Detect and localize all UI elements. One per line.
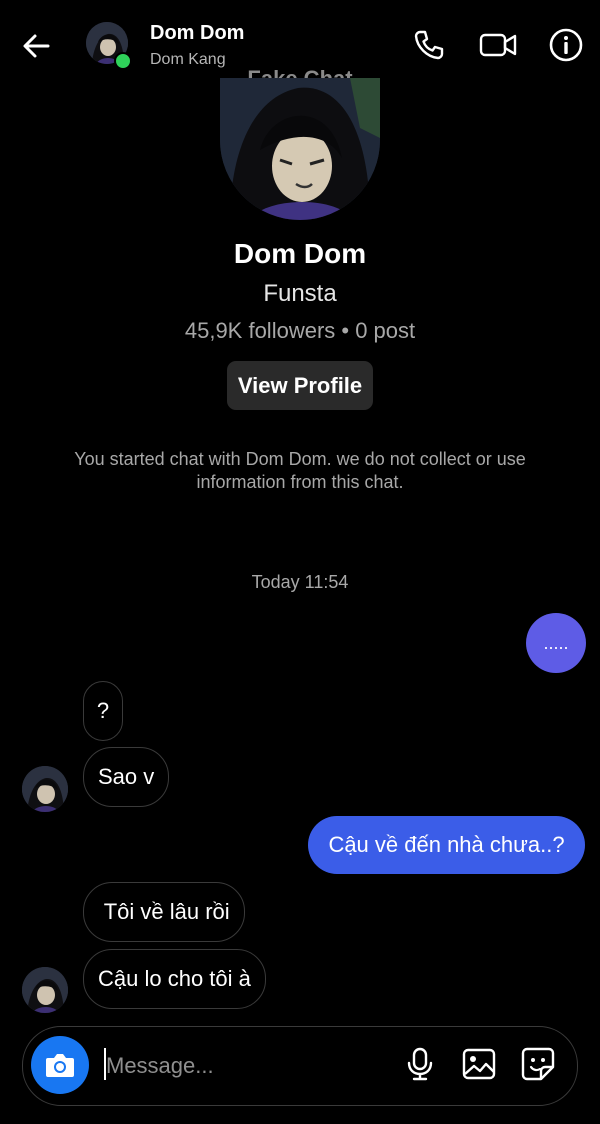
profile-subtitle: Funsta: [263, 280, 337, 307]
message-text: ?: [96, 698, 110, 723]
header-contact-name: Dom Dom: [150, 22, 245, 44]
message-text: .....: [543, 633, 569, 653]
view-profile-button[interactable]: View Profile: [227, 361, 373, 410]
incoming-message-bubble[interactable]: Sao v: [83, 747, 170, 807]
incoming-message-bubble[interactable]: ?: [83, 681, 123, 741]
message-timestamp: Today 11:54: [251, 572, 349, 592]
profile-stats: 45,9K followers • 0 post: [184, 318, 416, 343]
message-input[interactable]: [104, 1046, 386, 1086]
profile-name: Dom Dom: [233, 238, 367, 269]
outgoing-message-bubble[interactable]: Cậu về đến nhà chưa..?: [308, 816, 585, 874]
outgoing-message-bubble[interactable]: .....: [526, 613, 586, 673]
text-caret: [104, 1048, 106, 1080]
incoming-message-bubble[interactable]: Cậu lo cho tôi à: [83, 949, 266, 1009]
back-arrow-icon[interactable]: [18, 28, 54, 64]
message-text: Cậu lo cho tôi à: [98, 966, 251, 991]
message-text: Sao v: [98, 764, 155, 789]
sticker-icon[interactable]: [520, 1046, 556, 1082]
profile-avatar[interactable]: [220, 78, 380, 220]
phone-icon[interactable]: [410, 26, 448, 64]
contact-avatar[interactable]: [22, 967, 68, 1013]
message-text: Tôi về lâu rồi: [98, 899, 230, 924]
microphone-icon[interactable]: [402, 1046, 438, 1082]
info-icon[interactable]: [547, 26, 585, 64]
contact-avatar[interactable]: [22, 766, 68, 812]
message-text: Cậu về đến nhà chưa..?: [328, 832, 565, 857]
chat-start-notice: You started chat with Dom Dom. we do not…: [74, 449, 526, 492]
camera-icon: [46, 1054, 74, 1077]
video-camera-icon[interactable]: [478, 26, 517, 64]
camera-button[interactable]: [31, 1036, 89, 1094]
image-icon[interactable]: [461, 1046, 497, 1082]
incoming-message-bubble[interactable]: Tôi về lâu rồi: [83, 882, 245, 942]
